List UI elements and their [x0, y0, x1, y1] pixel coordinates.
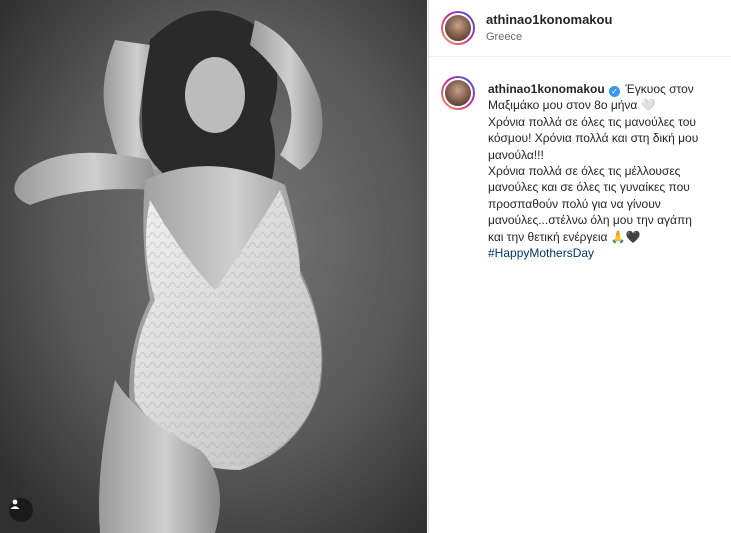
caption-text: athinao1konomakou ✓ Έγκυος στον Μαξιμάκο…	[488, 81, 728, 261]
verified-badge-icon: ✓	[609, 86, 621, 97]
caption-username-link[interactable]: athinao1konomakou	[488, 82, 605, 96]
user-tag-icon	[10, 499, 20, 509]
post-username-link[interactable]: athinao1konomakou	[486, 12, 612, 27]
caption-text-line: μανούλες και σε όλες τις γυναίκες που	[488, 180, 690, 195]
caption-text-line: Χρόνια πολλά σε όλες τις μέλλουσες	[488, 164, 681, 179]
avatar[interactable]	[441, 11, 475, 45]
photo-illustration	[0, 0, 427, 533]
post-photo[interactable]	[0, 0, 427, 533]
caption-text-line: κόσμου! Χρόνια πολλά και στη δική μου	[488, 131, 699, 146]
caption-text-line: προσπαθούν πολύ για να γίνουν	[488, 196, 661, 211]
post-location-link[interactable]: Greece	[486, 31, 522, 43]
caption-text-line: μανούλα!!!	[488, 147, 544, 162]
hashtag-link[interactable]: #HappyMothersDay	[488, 245, 728, 261]
caption-text-line: και την θετική ενέργεια 🙏🖤	[488, 229, 641, 244]
post-details-panel: athinao1konomakou Greece athinao1konomak…	[428, 0, 731, 533]
caption-line: athinao1konomakou ✓ Έγκυος στον	[488, 81, 728, 97]
caption-avatar[interactable]	[441, 76, 475, 110]
caption-text-line: Μαξιμάκο μου στον 8ο μήνα 🤍	[488, 98, 656, 113]
user-tag-button[interactable]	[9, 498, 33, 522]
caption-text-line: Χρόνια πολλά σε όλες τις μανούλες του	[488, 114, 696, 129]
caption-text-line: Έγκυος στον	[625, 82, 694, 96]
post-header: athinao1konomakou Greece	[429, 0, 731, 57]
caption-text-line: μανούλες...στέλνω όλη μου την αγάπη	[488, 213, 692, 228]
